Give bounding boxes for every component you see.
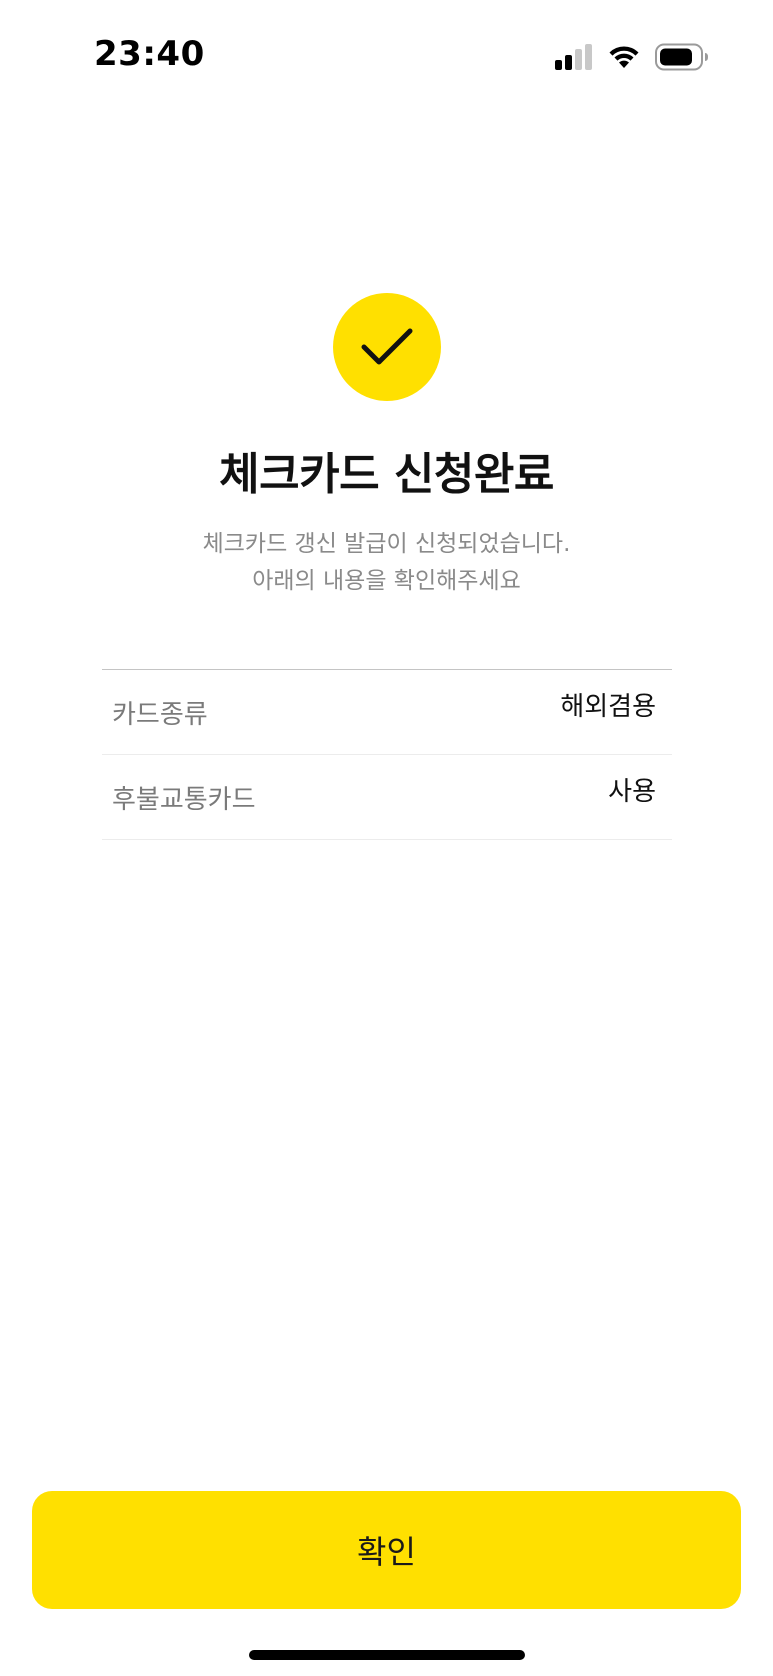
detail-label: 카드종류: [112, 700, 208, 730]
description-line-1: 체크카드 갱신 발급이 신청되었습니다.: [202, 531, 571, 557]
detail-row-transit-card: 후불교통카드 사용: [102, 755, 672, 840]
result-description: 체크카드 갱신 발급이 신청되었습니다. 아래의 내용을 확인해주세요: [0, 526, 773, 600]
confirm-button[interactable]: 확인: [32, 1491, 741, 1609]
status-time: 23:40: [94, 34, 205, 74]
status-bar: 23:40: [0, 0, 773, 116]
detail-row-card-type: 카드종류 해외겸용: [102, 670, 672, 755]
cellular-signal-icon: [555, 44, 592, 70]
success-badge: [333, 293, 441, 401]
wifi-icon: [609, 46, 639, 68]
description-line-2: 아래의 내용을 확인해주세요: [252, 568, 521, 594]
detail-label: 후불교통카드: [112, 785, 256, 815]
home-indicator[interactable]: [249, 1650, 525, 1660]
check-icon: [361, 328, 413, 365]
detail-value: 해외겸용: [560, 692, 656, 722]
detail-value: 사용: [608, 777, 656, 807]
status-icons: [555, 42, 709, 72]
battery-icon: [655, 43, 708, 71]
detail-list: 카드종류 해외겸용 후불교통카드 사용: [102, 669, 672, 840]
page-title: 체크카드 신청완료: [219, 449, 554, 500]
